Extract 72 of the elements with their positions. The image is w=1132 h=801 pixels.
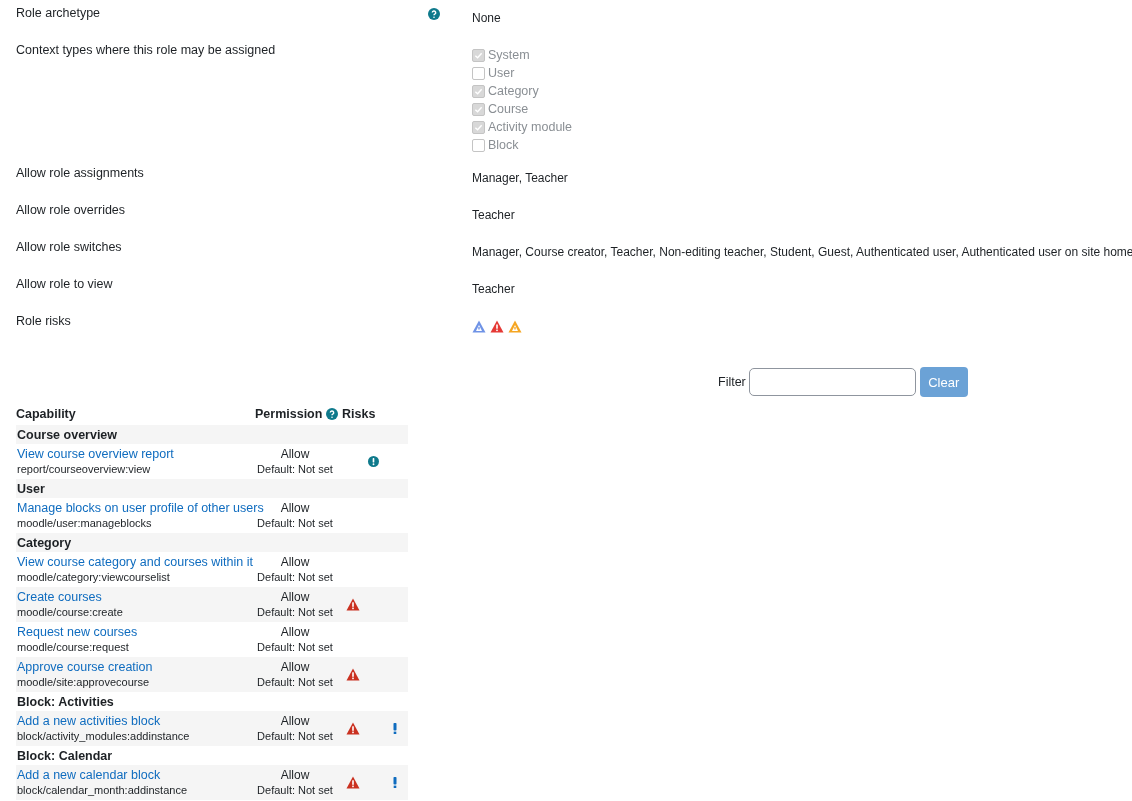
field-label: Allow role overrides — [16, 202, 126, 217]
capability-code: moodle/user:manageblocks — [17, 515, 152, 531]
permission-default: Default: Not set — [257, 461, 333, 477]
capability-code: report/courseoverview:view — [17, 461, 151, 477]
exclamation-icon — [392, 777, 397, 788]
checkbox-label: Activity module — [488, 120, 573, 134]
permission-default: Default: Not set — [257, 728, 333, 744]
field-label: Allow role assignments — [16, 165, 144, 180]
warning-triangle-icon — [345, 668, 360, 681]
capability-link[interactable]: Manage blocks on user profile of other users — [17, 500, 264, 516]
permission-value: Allow — [280, 589, 310, 605]
column-header: Capability — [16, 407, 76, 421]
permission-default: Default: Not set — [257, 515, 333, 531]
filter-field[interactable] — [748, 368, 916, 396]
capability-code: moodle/course:create — [17, 604, 123, 620]
capability-link[interactable]: View course overview report — [17, 446, 174, 462]
field-label: Role risks — [16, 313, 71, 328]
section-heading: Course overview — [16, 427, 118, 442]
permission-value: Allow — [280, 554, 310, 570]
permission-default: Default: Not set — [257, 782, 333, 798]
permission-value: Allow — [280, 624, 310, 640]
capability-link[interactable]: Request new courses — [17, 624, 138, 640]
help-icon[interactable] — [428, 8, 440, 20]
filter-label: Filter — [718, 375, 746, 389]
permission-default: Default: Not set — [257, 604, 333, 620]
column-header: Permission — [255, 407, 323, 421]
checkbox-label: Block — [488, 138, 519, 152]
permission-value: Allow — [280, 767, 310, 783]
warning-triangle-icon — [490, 320, 504, 333]
warning-triangle-icon — [345, 776, 360, 789]
checkbox-label: Category — [488, 84, 539, 98]
capability-link[interactable]: Add a new calendar block — [17, 767, 161, 783]
section-heading: Category — [16, 535, 72, 550]
field-label: Role archetype — [16, 5, 101, 20]
capability-code: moodle/site:approvecourse — [17, 674, 150, 690]
capability-code: moodle/category:viewcourselist — [17, 569, 170, 585]
checkbox-label: System — [488, 48, 530, 62]
column-header: Risks — [342, 407, 376, 421]
warning-triangle-icon — [472, 320, 486, 333]
field-value: None — [472, 10, 501, 25]
capability-link[interactable]: Add a new activities block — [17, 713, 161, 729]
permission-value: Allow — [280, 713, 310, 729]
capability-code: block/calendar_month:addinstance — [17, 782, 187, 798]
help-icon[interactable] — [326, 408, 339, 420]
section-heading: Block: Activities — [16, 694, 114, 709]
capability-code: moodle/course:request — [17, 639, 129, 655]
permission-value: Allow — [280, 659, 310, 675]
section-heading: User — [16, 481, 45, 496]
permission-default: Default: Not set — [257, 674, 333, 690]
capability-link[interactable]: Approve course creation — [17, 659, 153, 675]
permission-value: Allow — [280, 446, 310, 462]
field-value: Manager, Teacher — [472, 170, 568, 185]
permission-default: Default: Not set — [257, 569, 333, 585]
warning-triangle-icon — [508, 320, 522, 333]
capability-link[interactable]: View course category and courses within it — [17, 554, 253, 570]
field-label: Context types where this role may be assigned — [16, 42, 276, 57]
field-value: Teacher — [472, 281, 515, 296]
warning-triangle-icon — [345, 598, 360, 611]
capability-code: block/activity_modules:addinstance — [17, 728, 190, 744]
exclamation-icon — [392, 723, 397, 734]
permission-default: Default: Not set — [257, 639, 333, 655]
section-heading: Block: Calendar — [16, 748, 113, 763]
field-label: Allow role to view — [16, 276, 113, 291]
checkbox-label: User — [488, 66, 515, 80]
exclamation-circle-icon — [368, 456, 379, 467]
field-label: Allow role switches — [16, 239, 122, 254]
permission-value: Allow — [280, 500, 310, 516]
warning-triangle-icon — [345, 722, 360, 735]
capability-link[interactable]: Create courses — [17, 589, 102, 605]
field-value: Teacher — [472, 207, 515, 222]
checkbox-label: Course — [488, 102, 529, 116]
clear-button[interactable]: Clear — [919, 367, 968, 397]
